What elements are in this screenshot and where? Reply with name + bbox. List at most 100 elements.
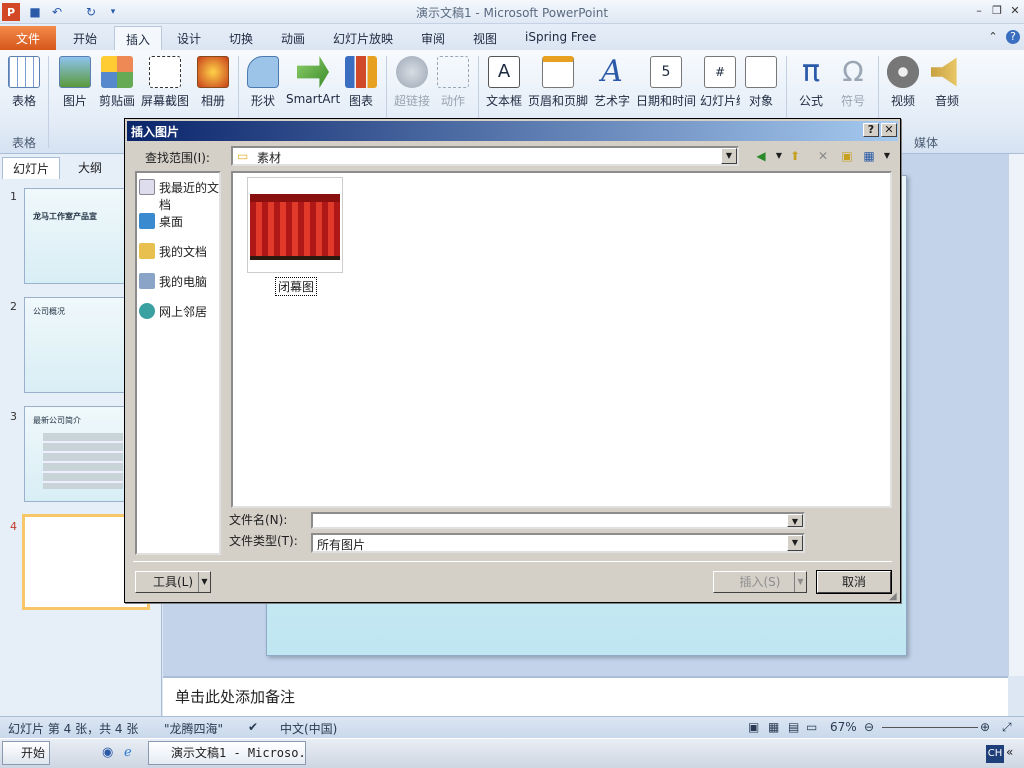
desktop-icon: [139, 213, 155, 229]
header-footer-button[interactable]: 页眉和页脚: [528, 56, 588, 109]
filename-input[interactable]: ▼: [311, 512, 805, 529]
place-network[interactable]: 网上邻居: [139, 303, 219, 320]
smartart-button[interactable]: SmartArt: [286, 56, 340, 106]
place-my-documents[interactable]: 我的文档: [139, 243, 219, 260]
lookin-label: 查找范围(I):: [145, 151, 210, 165]
hyperlink-button[interactable]: 超链接: [392, 56, 432, 109]
collapse-ribbon-icon[interactable]: ⌃: [986, 30, 1000, 44]
resize-grip-icon[interactable]: ◢: [889, 591, 897, 602]
sorter-view-icon[interactable]: ▦: [768, 720, 779, 734]
file-name-label[interactable]: 闭幕图: [275, 277, 318, 296]
new-folder-icon[interactable]: ▣: [837, 147, 857, 165]
start-button[interactable]: 开始: [2, 741, 50, 765]
fit-window-icon[interactable]: ⤢: [1002, 720, 1012, 735]
tab-design[interactable]: 设计: [166, 26, 212, 50]
slide-number-button[interactable]: #幻灯片编号: [700, 56, 740, 106]
tab-file[interactable]: 文件: [0, 26, 56, 50]
delete-icon[interactable]: ✕: [813, 147, 833, 165]
file-item[interactable]: [247, 177, 343, 273]
notes-pane[interactable]: 单击此处添加备注: [163, 676, 1008, 716]
stage-edge: [250, 256, 340, 260]
place-desktop[interactable]: 桌面: [139, 213, 219, 230]
cancel-button[interactable]: 取消: [816, 570, 892, 594]
place-my-computer[interactable]: 我的电脑: [139, 273, 219, 290]
clipart-button[interactable]: 剪贴画: [98, 56, 136, 109]
chevron-down-icon[interactable]: ▼: [787, 535, 803, 551]
tools-button[interactable]: 工具(L) ▼: [135, 571, 211, 593]
tray-expand-icon[interactable]: «: [1006, 745, 1013, 759]
zoom-slider[interactable]: [882, 727, 978, 728]
status-bar: 幻灯片 第 4 张，共 4 张 "龙腾四海" ✔ 中文(中国) ▣ ▦ ▤ ▭ …: [0, 716, 1024, 738]
tab-outline[interactable]: 大纲: [68, 157, 112, 179]
tab-ispring[interactable]: iSpring Free: [514, 26, 607, 50]
textbox-button[interactable]: A 文本框: [484, 56, 524, 109]
wordart-icon: A: [601, 54, 623, 89]
tab-animations[interactable]: 动画: [270, 26, 316, 50]
back-icon[interactable]: ◀: [751, 147, 771, 165]
normal-view-icon[interactable]: ▣: [748, 720, 759, 734]
tab-slideshow[interactable]: 幻灯片放映: [322, 26, 404, 50]
my-computer-icon: [139, 273, 155, 289]
tab-home[interactable]: 开始: [62, 26, 108, 50]
lookin-combo[interactable]: ▭ 素材 ▼: [231, 146, 739, 166]
ie-icon[interactable]: ℯ: [124, 745, 132, 760]
taskbar-window-button[interactable]: 演示文稿1 - Microso...: [148, 741, 306, 765]
zoom-in-icon[interactable]: ⊕: [980, 720, 990, 734]
divider: [133, 561, 892, 562]
help-button[interactable]: ?: [863, 123, 879, 137]
views-icon[interactable]: ▦: [859, 147, 879, 165]
restore-icon[interactable]: ❐: [990, 4, 1004, 18]
up-folder-icon[interactable]: ⬆: [785, 147, 805, 165]
divider: [48, 56, 49, 148]
spellcheck-icon[interactable]: ✔: [248, 720, 258, 734]
help-icon[interactable]: ?: [1006, 30, 1020, 44]
datetime-button[interactable]: 5 日期和时间: [636, 56, 696, 109]
language[interactable]: 中文(中国): [280, 720, 337, 737]
tab-view[interactable]: 视图: [462, 26, 508, 50]
wordart-button[interactable]: A 艺术字: [592, 56, 632, 109]
shapes-button[interactable]: 形状: [246, 56, 280, 109]
chart-button[interactable]: 图表: [344, 56, 378, 109]
window-title: 演示文稿1 - Microsoft PowerPoint: [415, 6, 609, 20]
filetype-label: 文件类型(T):: [229, 534, 298, 548]
curtain-thumbnail: [250, 194, 340, 256]
slideshow-view-icon[interactable]: ▭: [806, 720, 817, 734]
action-button[interactable]: 动作: [436, 56, 470, 109]
zoom-out-icon[interactable]: ⊖: [864, 720, 874, 734]
video-button[interactable]: 视频: [886, 56, 920, 109]
file-list[interactable]: 闭幕图: [231, 171, 892, 508]
audio-button[interactable]: 音频: [930, 56, 964, 109]
table-button[interactable]: 表格: [6, 56, 42, 109]
slide-number: 1: [10, 190, 17, 203]
screenshot-button[interactable]: 屏幕截图: [140, 56, 190, 109]
reading-view-icon[interactable]: ▤: [788, 720, 799, 734]
close-icon[interactable]: ✕: [1008, 4, 1022, 18]
chevron-down-icon[interactable]: ▼: [787, 514, 803, 527]
tab-review[interactable]: 审阅: [410, 26, 456, 50]
insert-button[interactable]: 插入(S) ▼: [713, 571, 807, 593]
symbol-button[interactable]: Ω 符号: [836, 56, 870, 109]
tab-slides[interactable]: 幻灯片: [2, 157, 61, 179]
action-icon: [437, 56, 469, 88]
chevron-down-icon[interactable]: ▼: [721, 148, 737, 164]
object-button[interactable]: 对象: [744, 56, 778, 109]
album-button[interactable]: 相册: [196, 56, 230, 109]
ime-indicator[interactable]: CH: [986, 745, 1004, 763]
desktop-icon[interactable]: ◉: [102, 745, 113, 760]
chevron-down-icon[interactable]: ▼: [198, 572, 210, 592]
place-recent[interactable]: 我最近的文档: [139, 179, 219, 213]
chevron-down-icon[interactable]: ▼: [794, 572, 806, 592]
dialog-close-button[interactable]: ✕: [881, 123, 897, 137]
picture-icon: [59, 56, 91, 88]
picture-button[interactable]: 图片: [58, 56, 92, 109]
tab-insert[interactable]: 插入: [114, 26, 163, 50]
views-dropdown-icon[interactable]: ▼: [877, 147, 897, 165]
vertical-scrollbar[interactable]: [1008, 154, 1024, 676]
textbox-icon: A: [488, 56, 520, 88]
zoom-level[interactable]: 67%: [830, 720, 857, 734]
table-icon: [8, 56, 40, 88]
minimize-icon[interactable]: –: [972, 4, 986, 18]
tab-transitions[interactable]: 切换: [218, 26, 264, 50]
filetype-select[interactable]: 所有图片 ▼: [311, 533, 805, 553]
equation-button[interactable]: π 公式: [794, 56, 828, 109]
